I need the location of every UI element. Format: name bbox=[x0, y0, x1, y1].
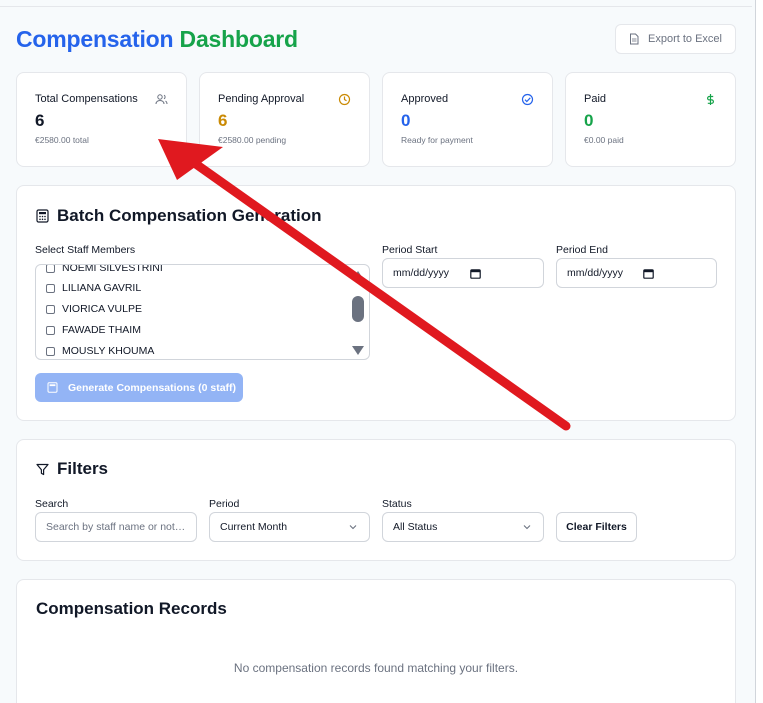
clear-filters-button[interactable]: Clear Filters bbox=[556, 512, 637, 542]
window-scrollbar-track[interactable] bbox=[755, 0, 763, 703]
staff-option[interactable]: LILIANA GAVRIL bbox=[46, 282, 141, 294]
stat-label: Paid bbox=[584, 93, 607, 105]
staff-checkbox[interactable] bbox=[46, 346, 55, 356]
period-end-placeholder: mm/dd/yyyy bbox=[567, 267, 624, 279]
stat-subtext: €2580.00 total bbox=[35, 135, 89, 145]
period-end-input[interactable]: mm/dd/yyyy bbox=[556, 258, 717, 288]
stat-subtext: €2580.00 pending bbox=[218, 135, 287, 145]
scroll-thumb[interactable] bbox=[352, 296, 364, 322]
file-spreadsheet-icon bbox=[630, 33, 639, 45]
chevron-down-icon bbox=[349, 525, 357, 530]
page-title-part1: Compensation bbox=[16, 26, 174, 52]
stat-subtext: €0.00 paid bbox=[584, 135, 624, 145]
top-divider bbox=[0, 6, 752, 7]
filter-icon bbox=[36, 463, 49, 475]
records-section-title: Compensation Records bbox=[36, 599, 227, 618]
dollar-icon bbox=[707, 94, 714, 105]
search-label: Search bbox=[35, 498, 69, 510]
generate-compensations-button[interactable]: Generate Compensations (0 staff) bbox=[35, 373, 243, 402]
period-start-input[interactable]: mm/dd/yyyy bbox=[382, 258, 544, 288]
staff-option[interactable]: NOEMI SILVESTRINI bbox=[46, 264, 163, 274]
staff-checkbox[interactable] bbox=[46, 304, 55, 314]
stat-label: Total Compensations bbox=[35, 93, 138, 105]
compensation-records-section: Compensation Records bbox=[16, 579, 736, 703]
status-select-value: All Status bbox=[393, 521, 438, 533]
staff-members-label: Select Staff Members bbox=[35, 244, 136, 256]
period-select-value: Current Month bbox=[220, 521, 288, 533]
staff-option[interactable]: MOUSLY KHOUMA bbox=[46, 345, 154, 357]
period-start-label: Period Start bbox=[382, 244, 438, 256]
period-select[interactable]: Current Month bbox=[209, 512, 370, 542]
page-title-part2: Dashboard bbox=[179, 26, 299, 52]
filters-title-text: Filters bbox=[57, 459, 109, 478]
stat-label: Pending Approval bbox=[218, 93, 305, 105]
staff-name: MOUSLY KHOUMA bbox=[62, 345, 155, 357]
export-excel-label: Export to Excel bbox=[648, 33, 722, 45]
search-input[interactable]: Search by staff name or notes... bbox=[35, 512, 197, 542]
stat-value: 0 bbox=[584, 111, 594, 130]
calculator-icon bbox=[47, 382, 58, 393]
chevron-down-icon bbox=[523, 525, 531, 530]
batch-title-text: Batch Compensation Generation bbox=[57, 206, 322, 225]
scroll-down-arrow-icon[interactable] bbox=[352, 346, 364, 355]
stat-value: 0 bbox=[401, 111, 411, 130]
calendar-icon[interactable] bbox=[470, 268, 481, 279]
stat-card-paid: Paid 0 €0.00 paid bbox=[565, 72, 736, 167]
period-label: Period bbox=[209, 498, 240, 510]
filters-section: Filters bbox=[16, 439, 736, 561]
generate-button-label: Generate Compensations (0 staff) bbox=[68, 381, 237, 394]
staff-name: NOEMI SILVESTRINI bbox=[62, 264, 163, 274]
filters-section-title: Filters bbox=[36, 459, 108, 479]
period-end-label: Period End bbox=[556, 244, 608, 256]
page-title: Compensation Dashboard bbox=[16, 26, 298, 53]
staff-name: FAWADE THAIM bbox=[62, 324, 141, 336]
staff-checkbox[interactable] bbox=[46, 283, 55, 293]
calculator-icon bbox=[36, 209, 49, 223]
scroll-up-arrow-icon[interactable] bbox=[352, 271, 364, 280]
check-circle-icon bbox=[521, 93, 534, 106]
status-select[interactable]: All Status bbox=[382, 512, 544, 542]
stat-card-pending: Pending Approval 6 €2580.00 pending bbox=[199, 72, 370, 167]
period-start-placeholder: mm/dd/yyyy bbox=[393, 267, 450, 279]
staff-option[interactable]: FAWADE THAIM bbox=[46, 324, 141, 336]
staff-name: VIORICA VULPE bbox=[62, 303, 142, 315]
empty-records-message: No compensation records found matching y… bbox=[233, 661, 519, 675]
status-label: Status bbox=[382, 498, 412, 510]
stat-card-total: Total Compensations 6 €2580.00 total bbox=[16, 72, 187, 167]
staff-checkbox[interactable] bbox=[46, 265, 55, 273]
stat-value: 6 bbox=[218, 111, 228, 130]
stat-label: Approved bbox=[401, 93, 449, 105]
staff-option[interactable]: VIORICA VULPE bbox=[46, 303, 142, 315]
export-excel-button[interactable]: Export to Excel bbox=[615, 24, 736, 54]
stat-value: 6 bbox=[35, 111, 45, 130]
staff-list-scrollbar[interactable] bbox=[351, 269, 365, 357]
staff-name: LILIANA GAVRIL bbox=[62, 282, 142, 294]
stat-subtext: Ready for payment bbox=[401, 135, 473, 145]
staff-multiselect[interactable]: NOEMI SILVESTRINI LILIANA GAVRIL VIORICA… bbox=[35, 264, 370, 360]
calendar-icon[interactable] bbox=[643, 268, 654, 279]
clock-icon bbox=[338, 93, 351, 106]
batch-section-title: Batch Compensation Generation bbox=[36, 206, 321, 226]
page: Compensation Dashboard Export to Excel T… bbox=[0, 0, 763, 703]
staff-checkbox[interactable] bbox=[46, 325, 55, 335]
search-placeholder: Search by staff name or notes... bbox=[46, 521, 186, 533]
stat-card-approved: Approved 0 Ready for payment bbox=[382, 72, 553, 167]
users-icon bbox=[155, 94, 168, 105]
